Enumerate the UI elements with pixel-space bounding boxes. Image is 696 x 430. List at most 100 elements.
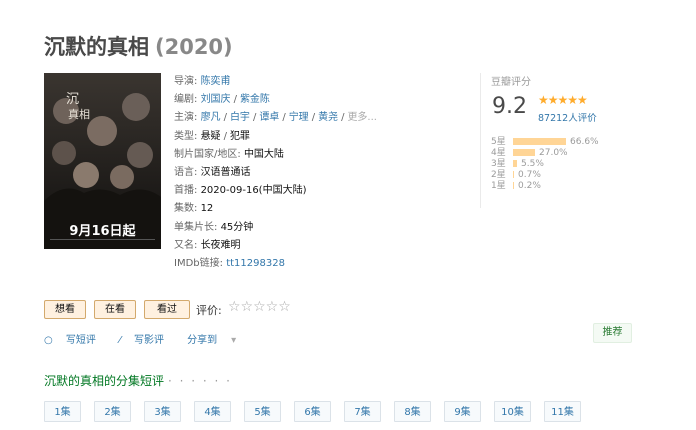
aka-value: 长夜难明 (200, 239, 241, 251)
runtime-label: 单集片长: (174, 221, 218, 233)
region-label: 制片国家/地区: (174, 148, 241, 160)
director-row: 导演: 陈奕甫 (174, 73, 377, 91)
title-name: 沉默的真相 (44, 35, 149, 59)
writer-link[interactable]: 紫金陈 (240, 94, 270, 105)
aka-label: 又名: (174, 239, 198, 251)
episode-button[interactable]: 8集 (394, 401, 431, 422)
info-divider (480, 73, 481, 208)
poster-image[interactable]: 沉 真相 9月16日起 (44, 73, 161, 249)
cast-link[interactable]: 黄尧 (318, 112, 338, 123)
writer-label: 编剧: (174, 94, 198, 106)
rating-bar (513, 138, 566, 145)
rating-bar-percent: 27.0% (539, 148, 568, 158)
rating-label: 豆瓣评分 (491, 77, 531, 88)
cast-more-link[interactable]: 更多... (347, 112, 377, 123)
rating-bar-percent: 66.6% (570, 137, 599, 147)
cast-link[interactable]: 廖凡 (201, 112, 221, 123)
want-button[interactable]: 想看 (44, 300, 86, 319)
info-block: 导演: 陈奕甫 编剧: 刘国庆 / 紫金陈 主演: 廖凡 / 白宇 / 谭卓 / 宁理 / 黄尧 / 更… (174, 73, 377, 273)
watching-button[interactable]: 在看 (94, 300, 136, 319)
rating-bar (513, 160, 517, 167)
imdb-link[interactable]: tt11298328 (226, 258, 285, 269)
svg-text:沉: 沉 (66, 92, 79, 107)
episodes-value: 12 (200, 203, 214, 215)
language-value: 汉语普通话 (200, 166, 251, 178)
rate-label: 评价: (196, 304, 222, 317)
imdb-row: IMDb链接: tt11298328 (174, 255, 377, 273)
rating-bar-row: 2星 0.7% (491, 170, 599, 181)
genre-label: 类型: (174, 130, 198, 142)
director-label: 导演: (174, 76, 198, 87)
rating-bar-star: 3星 (491, 159, 506, 169)
language-label: 语言: (174, 166, 198, 178)
cast-link[interactable]: 白宇 (230, 112, 250, 123)
rating-bar (513, 149, 535, 156)
rating-bar-row: 3星 5.5% (491, 159, 599, 170)
episode-button[interactable]: 5集 (244, 401, 281, 422)
rating-bar-percent: 0.7% (518, 170, 541, 180)
rating-panel: 豆瓣评分 9.2 ★★★★★ 87212人评价 5星 66.6% 4星 27.0% 3星… (491, 73, 631, 191)
episode-button[interactable]: 4集 (194, 401, 231, 422)
episode-button[interactable]: 2集 (94, 401, 131, 422)
episode-reviews-title: 沉默的真相的分集短评 (44, 374, 165, 388)
episode-reviews-dots: · · · · · · (168, 374, 232, 388)
rating-bar (513, 171, 514, 178)
chevron-down-icon: ▾ (231, 335, 237, 346)
episodes-label: 集数: (174, 203, 198, 215)
rating-stars-icon: ★★★★★ (538, 93, 588, 107)
genre-value: 犯罪 (229, 130, 250, 142)
episodes-row: 集数: 12 (174, 200, 377, 218)
rating-bar-star: 4星 (491, 148, 506, 158)
region-row: 制片国家/地区: 中国大陆 (174, 146, 377, 164)
svg-text:真相: 真相 (68, 107, 90, 121)
writer-link[interactable]: 刘国庆 (201, 94, 231, 105)
watched-button[interactable]: 看过 (144, 300, 190, 319)
poster-footer-logos (50, 239, 155, 246)
premiere-row: 首播: 2020-09-16(中国大陆) (174, 182, 377, 200)
rating-bar-row: 4星 27.0% (491, 148, 599, 159)
aka-row: 又名: 长夜难明 (174, 237, 377, 255)
rating-bar-star: 1星 (491, 181, 506, 191)
episode-button[interactable]: 3集 (144, 401, 181, 422)
runtime-value: 45分钟 (220, 221, 254, 233)
poster-date: 9月16日起 (69, 224, 136, 239)
pencil-icon: ⁄ (119, 335, 124, 346)
rating-count-link[interactable]: 87212人评价 (538, 110, 597, 124)
episode-button[interactable]: 9集 (444, 401, 481, 422)
director-link[interactable]: 陈奕甫 (201, 76, 231, 87)
cast-link[interactable]: 宁理 (289, 112, 309, 123)
language-row: 语言: 汉语普通话 (174, 164, 377, 182)
episode-button[interactable]: 1集 (44, 401, 81, 422)
episode-button[interactable]: 7集 (344, 401, 381, 422)
episode-button[interactable]: 6集 (294, 401, 331, 422)
comment-icon: ○ (44, 335, 56, 346)
short-review-link[interactable]: ○ 写短评 (44, 335, 106, 346)
rating-bar-percent: 0.2% (518, 181, 541, 191)
review-link[interactable]: ⁄ 写影评 (119, 335, 174, 346)
review-links: ○ 写短评 ⁄ 写影评 分享到 ▾ (44, 331, 256, 346)
cast-link[interactable]: 谭卓 (259, 112, 279, 123)
rating-score: 9.2 (492, 94, 527, 119)
genre-value: 悬疑 (200, 130, 221, 142)
recommend-button[interactable]: 推荐 (593, 323, 632, 343)
episode-button[interactable]: 10集 (494, 401, 531, 422)
rating-bar-percent: 5.5% (521, 159, 544, 169)
cast-label: 主演: (174, 112, 198, 124)
page-title: 沉默的真相 (2020) (44, 31, 233, 61)
imdb-label: IMDb链接: (174, 257, 223, 269)
region-value: 中国大陆 (243, 148, 284, 160)
premiere-value: 2020-09-16(中国大陆) (200, 185, 307, 197)
share-button[interactable]: 分享到 ▾ (187, 335, 246, 346)
title-year: (2020) (155, 35, 233, 59)
genre-row: 类型: 悬疑 / 犯罪 (174, 130, 250, 142)
episode-reviews-heading: 沉默的真相的分集短评 · · · · · · (44, 372, 232, 389)
cast-row: 主演: 廖凡 / 白宇 / 谭卓 / 宁理 / 黄尧 / 更多... (174, 112, 377, 124)
runtime-row: 单集片长: 45分钟 (174, 219, 377, 237)
episode-button[interactable]: 11集 (544, 401, 581, 422)
rating-bar-row: 1星 0.2% (491, 181, 599, 192)
rating-breakdown: 5星 66.6% 4星 27.0% 3星 5.5% 2星 0.7% 1星 0.2% (491, 137, 599, 192)
writer-row: 编剧: 刘国庆 / 紫金陈 (174, 94, 270, 106)
rate-stars-icon[interactable]: ☆☆☆☆☆ (228, 299, 291, 315)
rating-bar-star: 5星 (491, 137, 506, 147)
premiere-label: 首播: (174, 185, 198, 197)
